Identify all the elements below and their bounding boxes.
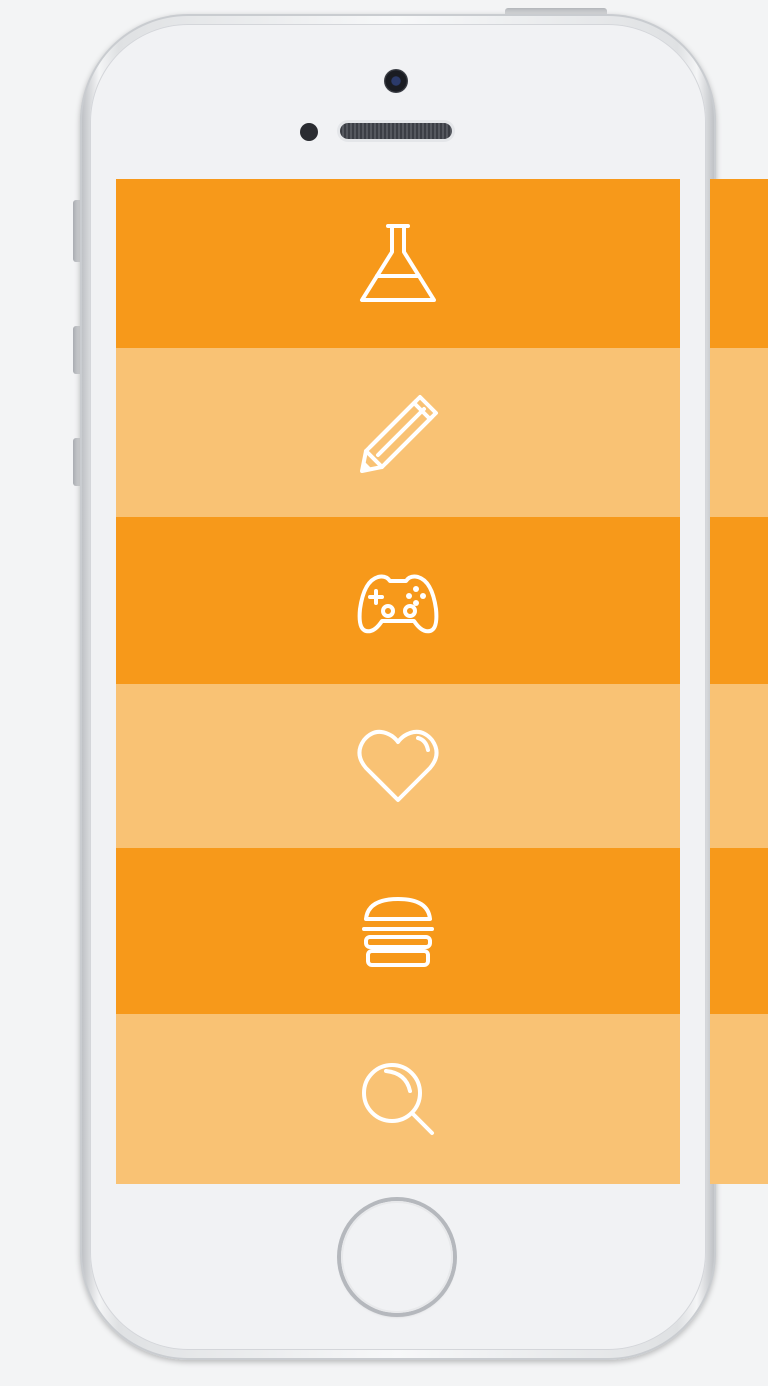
next-screen-peek: [710, 179, 768, 1184]
menu-item-science[interactable]: [116, 179, 680, 348]
menu-item-games[interactable]: [116, 517, 680, 684]
burger-icon: [362, 897, 434, 967]
menu-item-search[interactable]: [116, 1014, 680, 1184]
gamepad-icon: [357, 574, 439, 633]
proximity-sensor: [300, 123, 318, 141]
stage: [0, 0, 768, 1386]
menu-item-favorites[interactable]: [116, 684, 680, 848]
peek-stripe: [710, 517, 768, 684]
earpiece-speaker: [340, 123, 452, 139]
menu-item-write[interactable]: [116, 348, 680, 517]
magnifier-icon: [362, 1063, 434, 1135]
peek-stripe: [710, 1014, 768, 1184]
peek-stripe: [710, 179, 768, 348]
peek-stripe: [710, 684, 768, 848]
flask-icon: [360, 223, 436, 302]
heart-icon: [357, 729, 439, 802]
peek-stripe: [710, 848, 768, 1014]
screen: [116, 179, 680, 1184]
peek-stripe: [710, 348, 768, 517]
pencil-icon: [360, 394, 438, 473]
home-button[interactable]: [341, 1201, 453, 1313]
front-camera: [384, 69, 408, 93]
menu-item-food[interactable]: [116, 848, 680, 1014]
